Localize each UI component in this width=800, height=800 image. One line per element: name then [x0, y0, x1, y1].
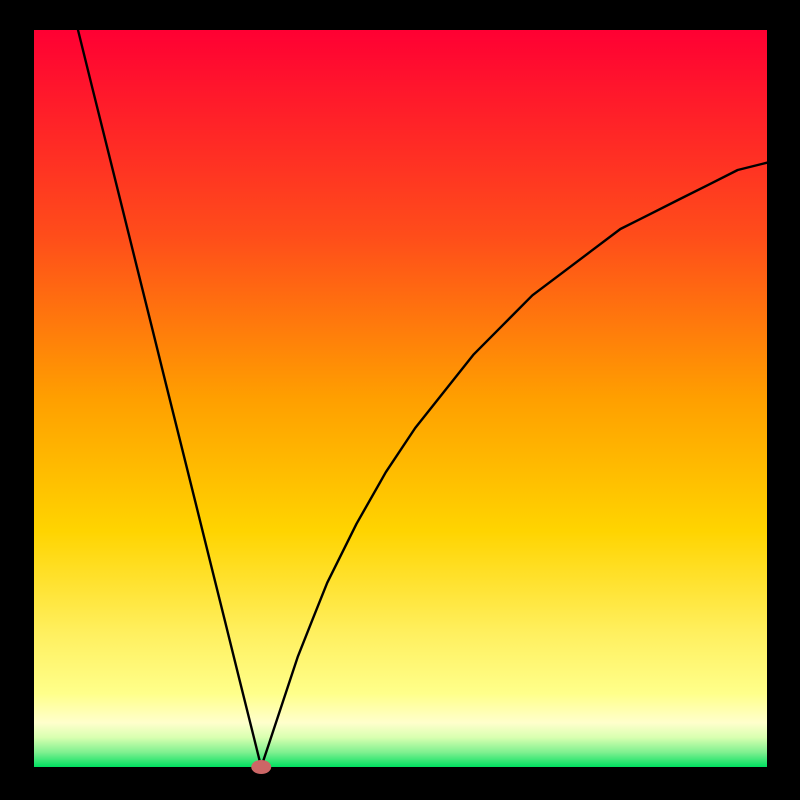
optimum-marker: [251, 760, 271, 774]
chart-plot-area: [34, 30, 767, 767]
chart-container: TheBottleneck.com: [0, 0, 800, 800]
chart-svg: [0, 0, 800, 800]
